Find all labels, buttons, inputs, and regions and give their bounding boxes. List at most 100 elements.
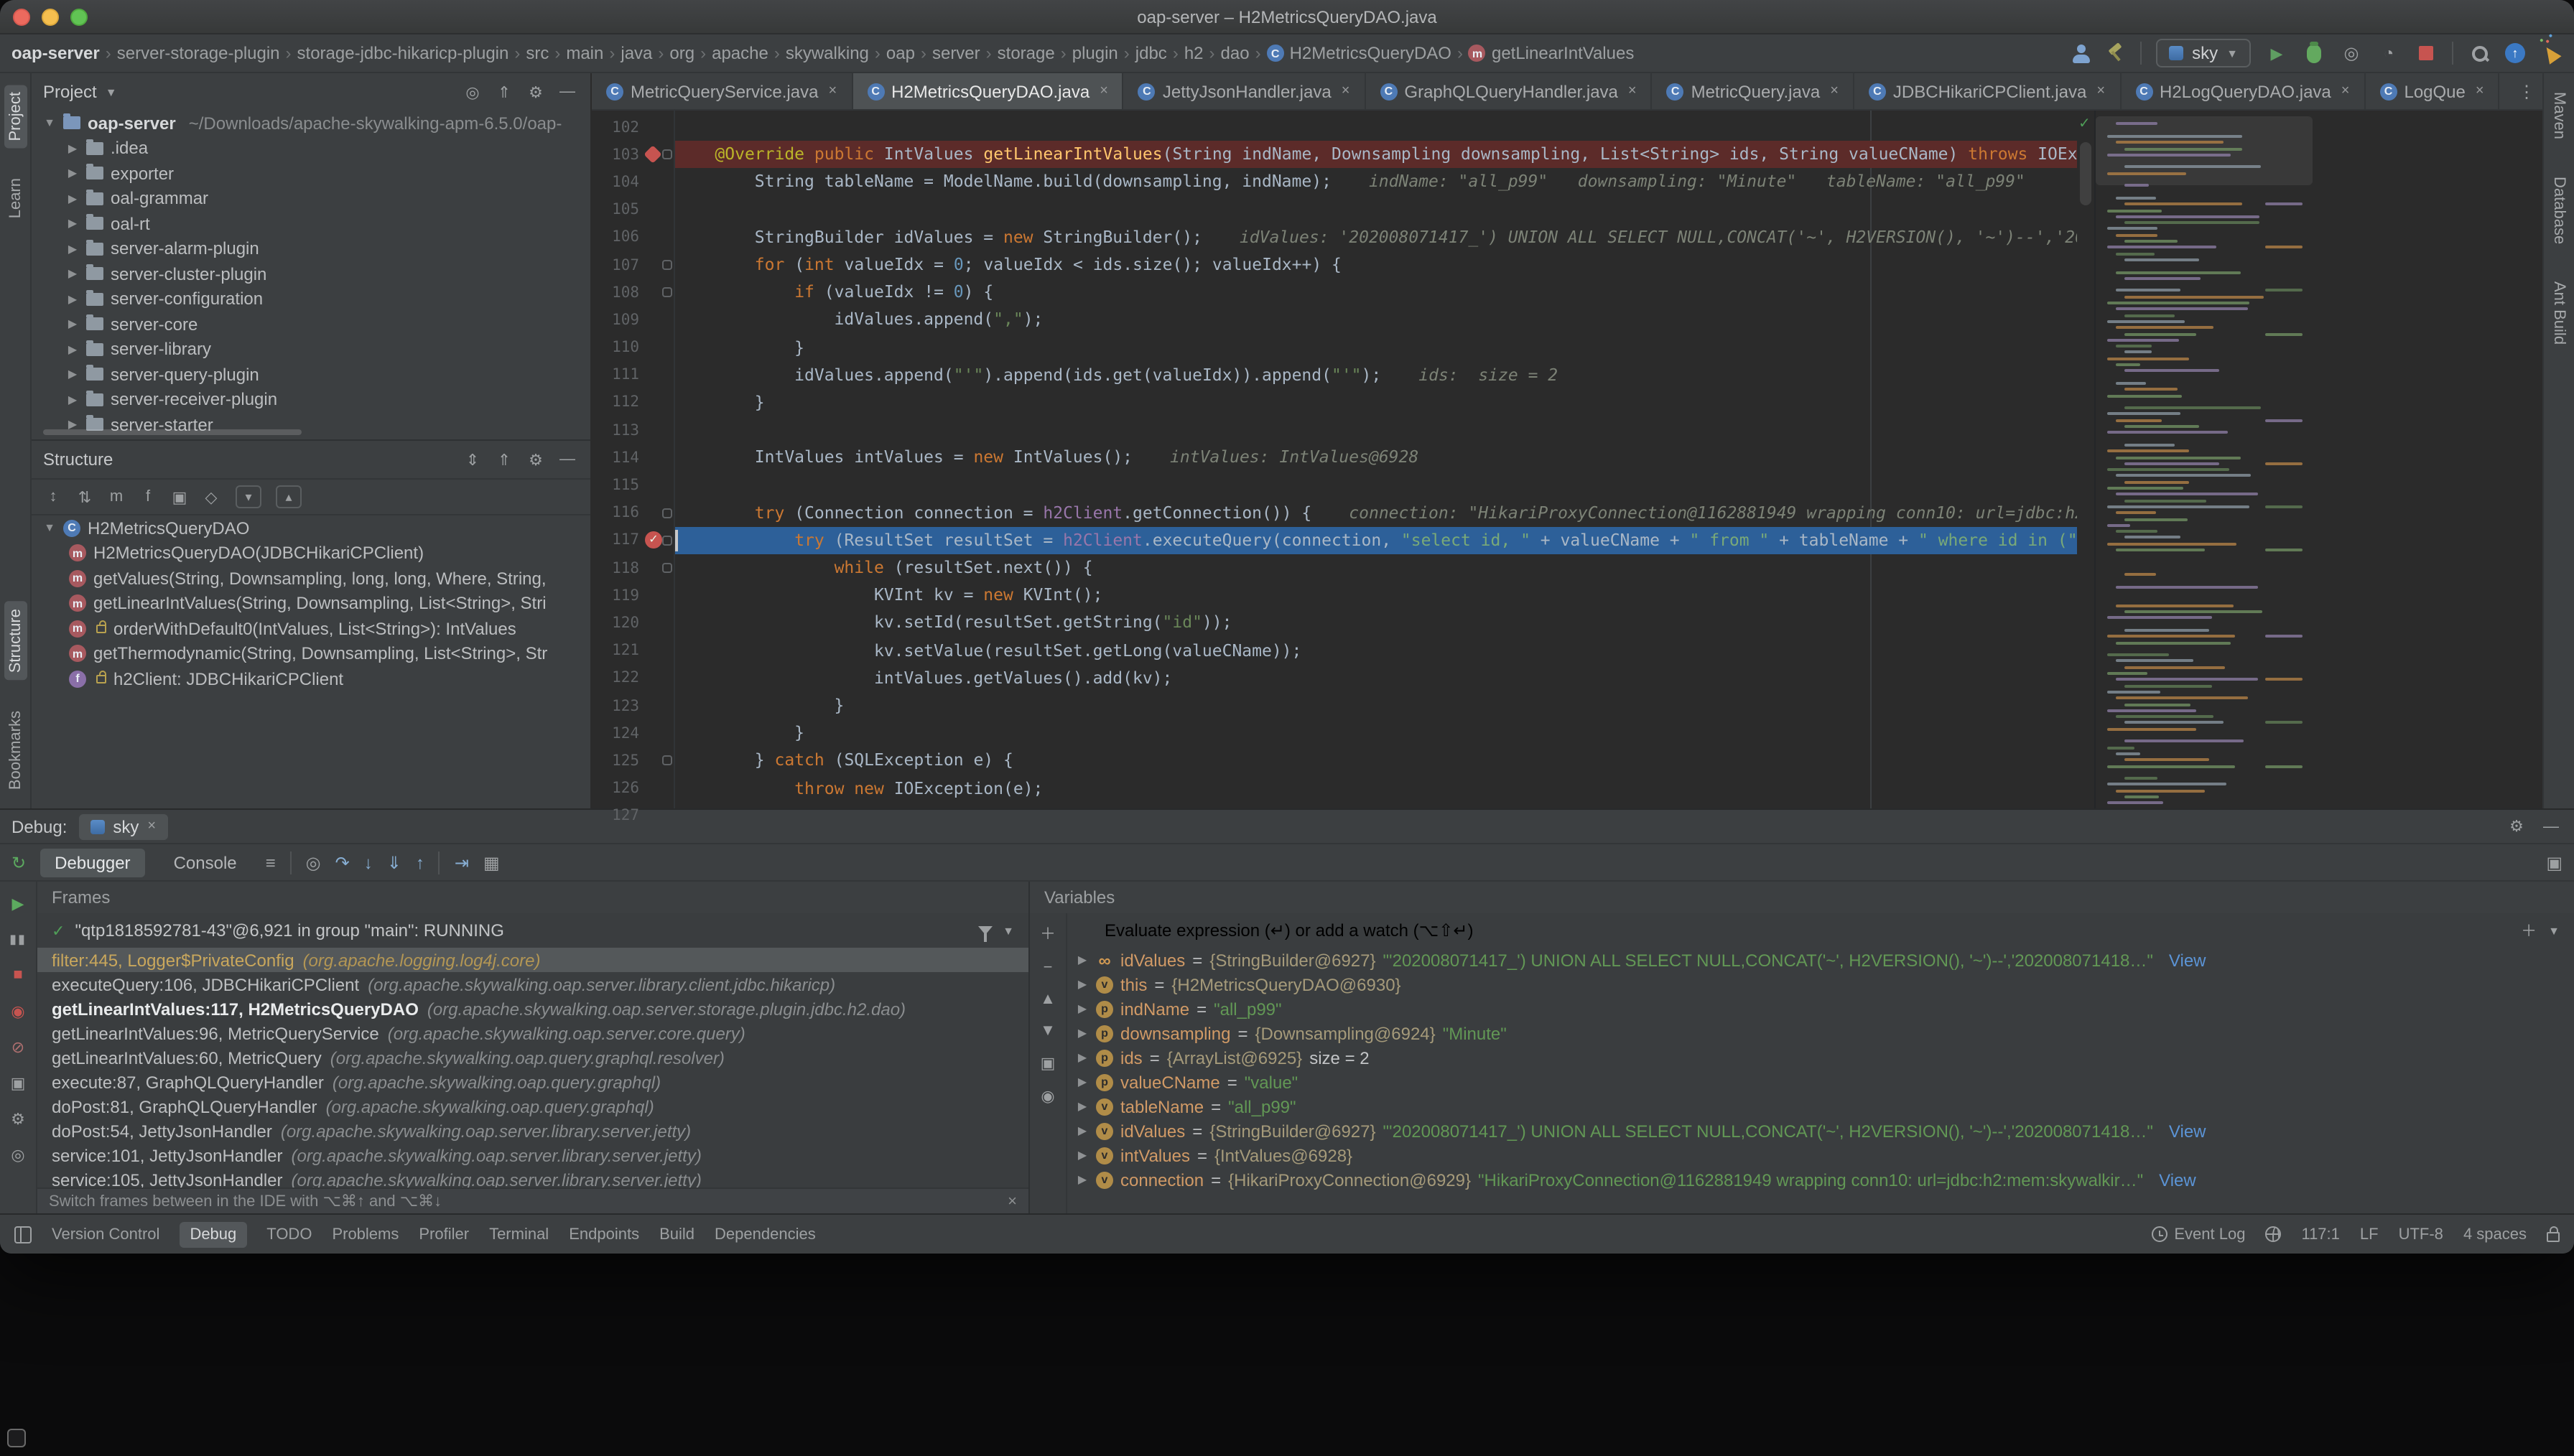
close-icon[interactable]: × [1008, 1193, 1017, 1210]
breadcrumb-item[interactable]: jdbc [1135, 43, 1167, 63]
close-tab-icon[interactable]: × [1342, 83, 1350, 99]
move-watch-down-icon[interactable]: ▼ [1040, 1022, 1056, 1040]
fold-marker-icon[interactable] [662, 287, 672, 297]
fold-marker-icon[interactable] [662, 563, 672, 573]
structure-member[interactable]: mgetValues(String, Downsampling, long, l… [32, 566, 590, 591]
code-minimap[interactable] [2094, 111, 2542, 808]
code-line[interactable]: IntValues intValues = new IntValues();in… [675, 444, 2077, 472]
inspection-ok-icon[interactable]: ✓ [2078, 116, 2091, 132]
frame-row[interactable]: filter:445, Logger$PrivateConfig(org.apa… [37, 948, 1028, 972]
frame-row[interactable]: doPost:81, GraphQLQueryHandler(org.apach… [37, 1094, 1028, 1119]
gutter-line[interactable]: 103 [592, 141, 674, 168]
sidebar-tab-maven[interactable]: Maven [2547, 85, 2570, 146]
editor-scrollbar[interactable]: ✓ [2077, 111, 2094, 808]
structure-member[interactable]: mH2MetricsQueryDAO(JDBCHikariCPClient) [32, 541, 590, 566]
gutter-line[interactable]: 126 [592, 775, 674, 802]
variable-row[interactable]: ▶vconnection = {HikariProxyConnection@69… [1067, 1167, 2574, 1192]
mute-breakpoints-button[interactable]: ⊘ [6, 1037, 29, 1057]
locate-file-icon[interactable]: ◎ [461, 83, 484, 101]
breadcrumb-item[interactable]: CH2MetricsQueryDAO [1267, 43, 1451, 63]
duplicate-watch-icon[interactable]: ▣ [1041, 1054, 1056, 1073]
gutter-line[interactable]: 105 [592, 196, 674, 223]
fold-marker-icon[interactable] [662, 756, 672, 766]
user-icon[interactable] [2071, 43, 2091, 63]
frame-row[interactable]: getLinearIntValues:60, MetricQuery(org.a… [37, 1045, 1028, 1070]
autoscroll-from-source-toggle[interactable]: ▴ [276, 485, 302, 508]
editor-tab[interactable]: CMetricQuery.java× [1653, 73, 1854, 109]
build-hammer-icon[interactable] [2106, 43, 2126, 63]
stop-button[interactable] [2415, 42, 2438, 65]
variable-row[interactable]: ▶∞idValues = {StringBuilder@6927} "'2020… [1067, 948, 2574, 972]
variable-row[interactable]: ▶vthis = {H2MetricsQueryDAO@6930} [1067, 972, 2574, 997]
chevron-right-icon[interactable]: ▶ [1076, 1075, 1089, 1088]
stop-debug-button[interactable]: ■ [6, 965, 29, 985]
gutter-line[interactable]: 112 [592, 389, 674, 416]
code-line[interactable]: if (valueIdx != 0) { [675, 279, 2077, 306]
code-line[interactable]: String tableName = ModelName.build(downs… [675, 169, 2077, 196]
gutter-line[interactable]: 110 [592, 334, 674, 361]
project-tree-root[interactable]: ▼oap-server~/Downloads/apache-skywalking… [32, 111, 590, 136]
resume-button[interactable]: ▶ [6, 893, 29, 913]
show-methods-icon[interactable]: m [106, 488, 126, 505]
show-execution-point-icon[interactable]: ◎ [306, 852, 321, 872]
sidebar-tab-ant-build[interactable]: Ant Build [2547, 274, 2570, 352]
project-tree-item[interactable]: ▶server-query-plugin [32, 362, 590, 387]
gutter-line[interactable]: 122 [592, 665, 674, 692]
gutter-line[interactable]: 118 [592, 554, 674, 582]
evaluate-expression-icon[interactable]: ▦ [483, 852, 500, 872]
sidebar-tab-structure[interactable]: Structure [4, 602, 27, 681]
fold-marker-icon[interactable] [662, 149, 672, 159]
status-line-ending[interactable]: LF [2360, 1226, 2379, 1243]
code-line[interactable]: } [675, 802, 2077, 808]
gutter-line[interactable]: 124 [592, 719, 674, 747]
fold-marker-icon[interactable] [662, 536, 672, 546]
close-tab-icon[interactable]: × [2096, 83, 2105, 99]
sidebar-tab-project[interactable]: Project [4, 85, 27, 149]
close-tab-icon[interactable]: × [2476, 83, 2484, 99]
project-tree-item[interactable]: ▶server-core [32, 312, 590, 337]
show-anonymous-icon[interactable]: ▣ [169, 487, 190, 506]
view-link[interactable]: View [2169, 950, 2206, 970]
status-item-debug[interactable]: Debug [180, 1221, 246, 1247]
close-tab-icon[interactable]: × [1100, 83, 1108, 99]
close-tab-icon[interactable]: × [828, 83, 837, 99]
editor-tab[interactable]: CH2MetricsQueryDAO.java× [852, 73, 1124, 109]
editor-tab[interactable]: CJettyJsonHandler.java× [1124, 73, 1366, 109]
debug-session-tab[interactable]: sky × [78, 813, 167, 839]
frame-row[interactable]: doPost:54, JettyJsonHandler(org.apache.s… [37, 1119, 1028, 1143]
rerun-icon[interactable]: ↻ [11, 852, 26, 872]
code-line[interactable]: } [675, 719, 2077, 747]
filter-frames-icon[interactable] [978, 926, 993, 935]
sort-visibility-icon[interactable]: ⇅ [75, 487, 95, 506]
variable-row[interactable]: ▶pvalueCName = "value" [1067, 1070, 2574, 1094]
horizontal-scrollbar[interactable] [43, 429, 302, 435]
breadcrumb-item[interactable]: storage-jdbc-hikaricp-plugin [297, 43, 509, 63]
whats-new-button[interactable] [2540, 42, 2563, 65]
code-line[interactable]: try (Connection connection = h2Client.ge… [675, 499, 2077, 526]
gutter-line[interactable]: 106 [592, 224, 674, 251]
gutter-line[interactable]: 107 [592, 251, 674, 279]
method-breakpoint-icon[interactable] [644, 146, 661, 164]
sidebar-tab-database[interactable]: Database [2547, 169, 2570, 251]
close-window-button[interactable] [13, 8, 30, 25]
chevron-down-icon[interactable]: ▼ [1003, 924, 1014, 937]
code-line[interactable]: kv.setId(resultSet.getString("id")); [675, 610, 2077, 637]
code-line[interactable]: } [675, 389, 2077, 416]
step-over-icon[interactable]: ↷ [335, 852, 350, 872]
structure-root[interactable]: ▼CH2MetricsQueryDAO [32, 515, 590, 541]
status-item-terminal[interactable]: Terminal [489, 1226, 549, 1243]
show-watches-icon[interactable]: ◉ [1041, 1087, 1054, 1106]
pause-button[interactable]: ▮▮ [6, 929, 29, 949]
project-tree-item[interactable]: ▶server-library [32, 337, 590, 362]
gutter-line[interactable]: 115 [592, 472, 674, 499]
close-tab-icon[interactable]: × [1830, 83, 1839, 99]
evaluate-expression-input[interactable]: Evaluate expression (↵) or add a watch (… [1067, 913, 2574, 948]
frame-row[interactable]: service:101, JettyJsonHandler(org.apache… [37, 1143, 1028, 1167]
project-tree-item[interactable]: ▶server-cluster-plugin [32, 261, 590, 286]
gutter-line[interactable]: 108 [592, 279, 674, 306]
project-tree-item[interactable]: ▶server-alarm-plugin [32, 236, 590, 261]
chevron-down-icon[interactable]: ▼ [106, 85, 117, 98]
structure-member[interactable]: mgetLinearIntValues(String, Downsampling… [32, 591, 590, 616]
breadcrumb-item[interactable]: skywalking [786, 43, 869, 63]
close-tab-icon[interactable]: × [2341, 83, 2350, 99]
